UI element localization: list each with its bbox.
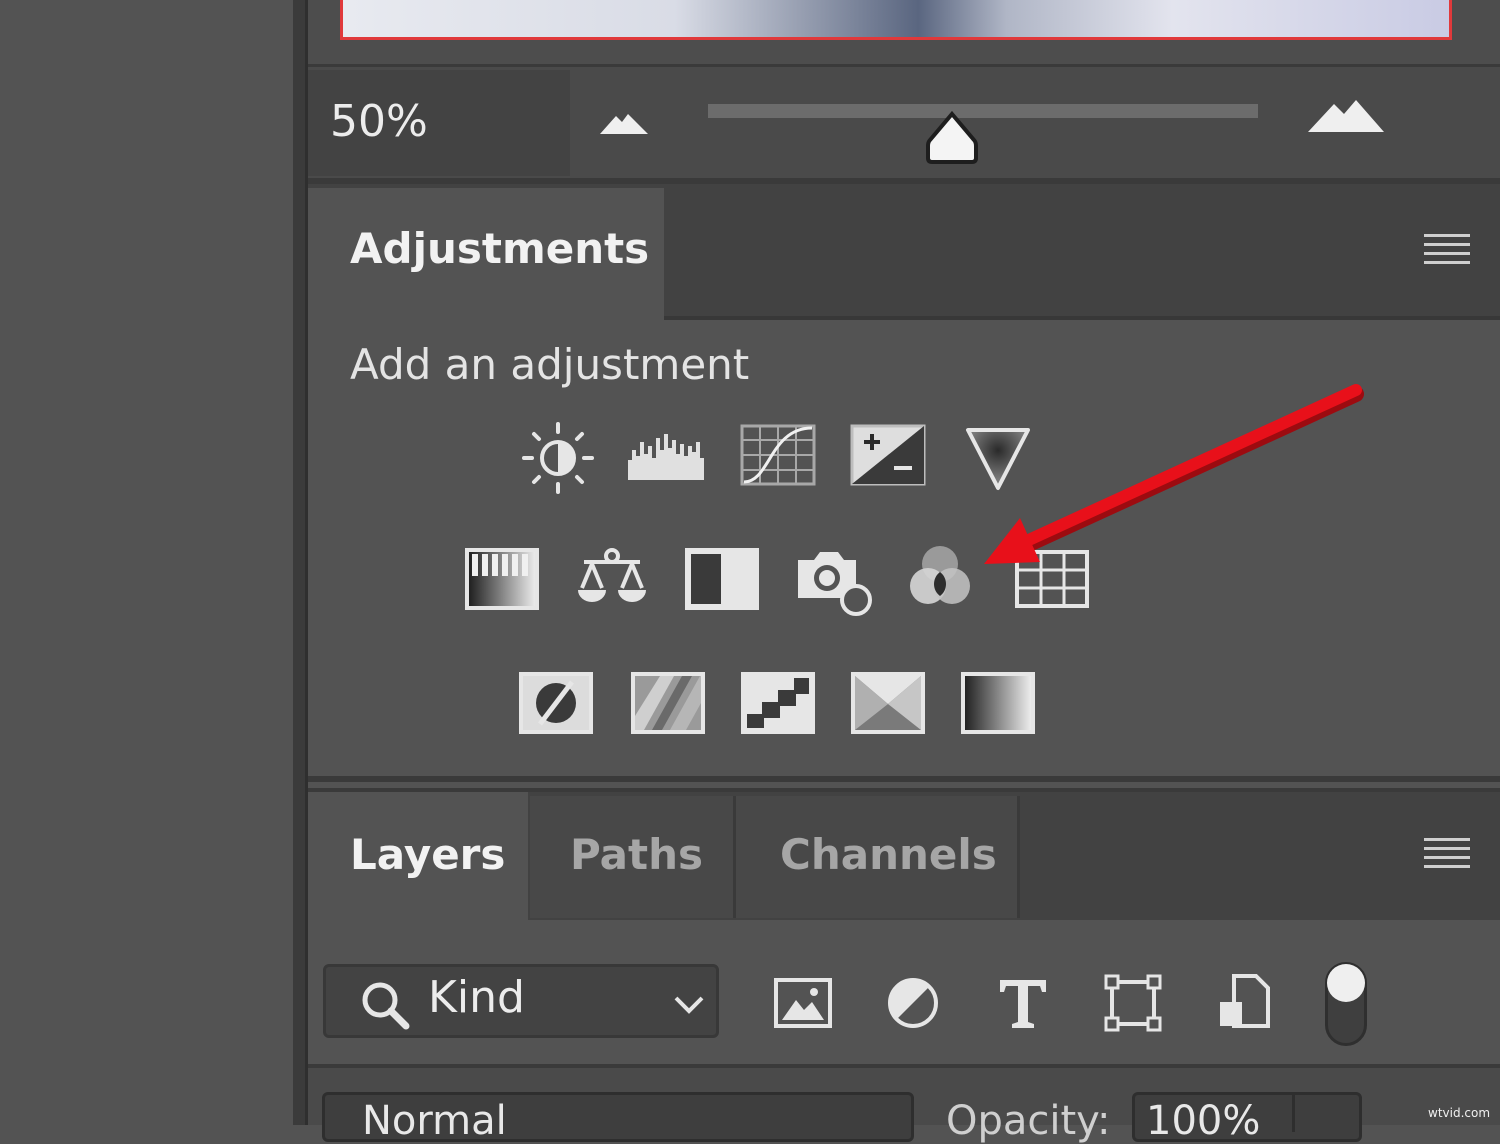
layers-panel-menu-icon[interactable] [1424,838,1470,870]
shape-layer-filter-icon[interactable] [1102,972,1164,1034]
adjustments-panel-menu-icon[interactable] [1424,234,1470,266]
channel-mixer-icon[interactable] [902,540,978,616]
opacity-label: Opacity: [946,1098,1111,1144]
zoom-value[interactable]: 50% [330,96,428,147]
watermark: wtvid.com [1428,1106,1491,1120]
threshold-icon[interactable] [740,664,816,740]
blend-mode-value: Normal [362,1098,507,1144]
tab-layers-label: Layers [350,830,506,879]
tab-paths-label: Paths [570,830,703,879]
posterize-icon[interactable] [630,664,706,740]
opacity-value: 100% [1146,1098,1261,1144]
navigator-view-box[interactable] [340,0,1452,40]
pixel-layer-filter-icon[interactable] [772,972,834,1034]
photo-filter-icon[interactable] [794,540,872,616]
gradient-map-icon[interactable] [960,664,1036,740]
opacity-dropdown-divider [1292,1092,1295,1132]
highlight-arrow [980,380,1380,580]
zoom-slider-thumb[interactable] [926,110,978,166]
hue-saturation-icon[interactable] [464,540,540,616]
smart-object-filter-icon[interactable] [1214,972,1276,1034]
selective-color-icon[interactable] [850,664,926,740]
tab-adjustments-label: Adjustments [350,224,650,273]
layer-filter-toggle-knob [1327,964,1365,1002]
left-gutter [0,0,293,1125]
search-icon [358,978,412,1032]
filter-kind-value: Kind [428,972,525,1023]
adjustments-subtitle: Add an adjustment [350,340,750,389]
levels-icon[interactable] [628,420,704,496]
invert-icon[interactable] [518,664,594,740]
zoom-slider-track[interactable] [708,104,1258,118]
panel-divider[interactable] [293,0,305,1125]
brightness-contrast-icon[interactable] [520,420,596,496]
zoom-out-icon[interactable] [598,108,650,136]
chevron-down-icon [672,994,706,1016]
zoom-in-icon[interactable] [1306,96,1386,136]
type-layer-filter-icon[interactable] [992,972,1054,1034]
exposure-icon[interactable] [850,420,926,496]
color-balance-icon[interactable] [574,540,650,616]
curves-icon[interactable] [740,420,816,496]
adjustment-layer-filter-icon[interactable] [882,972,944,1034]
tab-channels-label: Channels [780,830,997,879]
black-white-icon[interactable] [684,540,760,616]
